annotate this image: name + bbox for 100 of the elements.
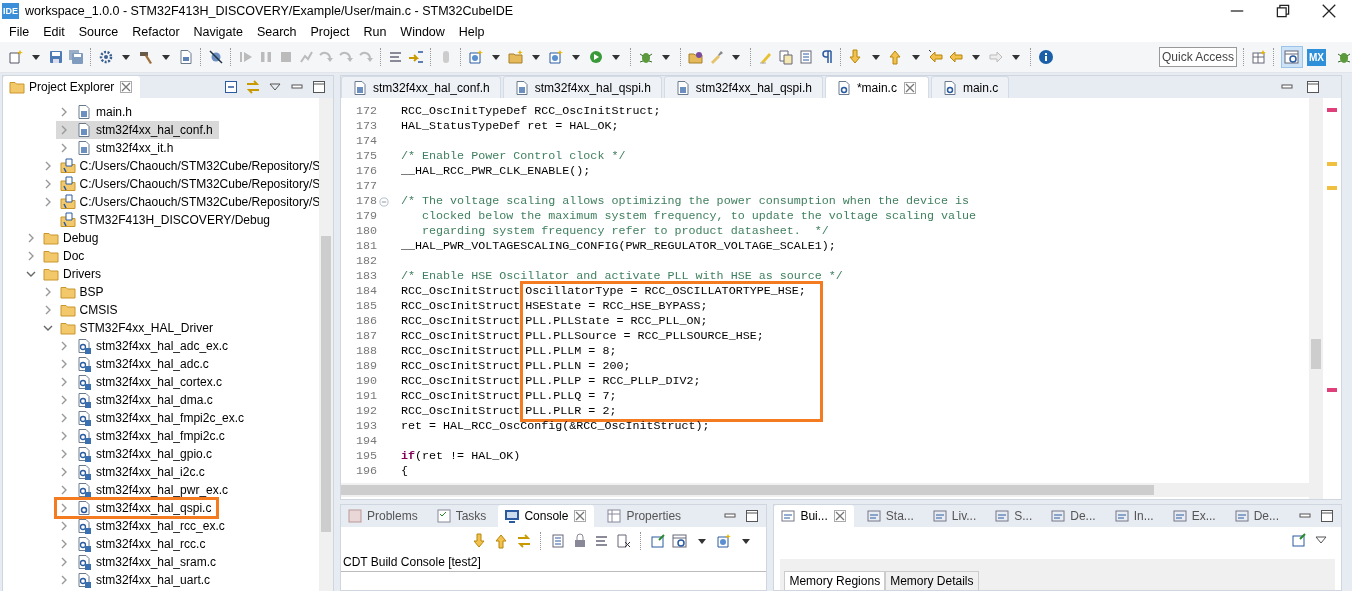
menu-item[interactable]: Edit (36, 25, 72, 39)
view-icon[interactable] (1171, 508, 1188, 524)
view-icon[interactable] (865, 508, 882, 524)
panel-tab[interactable]: Properties (600, 505, 688, 527)
scrollbar[interactable] (1309, 98, 1323, 499)
tree-item[interactable]: Drivers (23, 265, 107, 283)
open-folder-icon[interactable] (688, 49, 704, 65)
view-icon[interactable] (994, 508, 1011, 524)
tree-item[interactable]: stm32f4xx_hal_fmpi2c.c (56, 427, 231, 445)
view-icon[interactable] (780, 508, 797, 524)
c-perspective-icon[interactable] (1284, 49, 1300, 65)
stop-icon[interactable] (278, 49, 294, 65)
menu-item[interactable]: Run (356, 25, 394, 39)
memory-tab[interactable]: Memory Regions (784, 571, 886, 590)
editor-tab[interactable]: stm32f4xx_hal_qspi.h (663, 76, 823, 98)
crossed-circle-icon[interactable] (208, 49, 224, 65)
menu-item[interactable]: Help (451, 25, 492, 39)
tree-item[interactable]: Doc (23, 247, 91, 265)
new-class-icon[interactable] (716, 533, 733, 549)
panel-tab[interactable]: De... (1227, 505, 1285, 527)
panel-tab[interactable]: Sta... (859, 505, 920, 527)
tree-item[interactable]: stm32f4xx_hal_cortex.c (56, 373, 229, 391)
quick-access-field[interactable]: Quick Access (1159, 47, 1237, 67)
memory-tab[interactable]: Memory Details (885, 571, 979, 590)
tasks-icon[interactable] (435, 508, 452, 524)
editor-tab[interactable]: stm32f4xx_hal_conf.h (341, 76, 501, 98)
editor-tab[interactable]: main.c (930, 76, 1010, 98)
info-icon[interactable] (1038, 49, 1054, 65)
tree-item[interactable]: Debug (23, 229, 105, 247)
tree-item[interactable]: STM32F4xx_HAL_Driver (39, 319, 219, 337)
pin-icon[interactable] (1291, 532, 1307, 548)
editor-tab[interactable]: *main.c (824, 76, 929, 98)
hammer-icon[interactable] (138, 49, 154, 65)
view-icon[interactable] (1113, 508, 1130, 524)
tree-item[interactable]: stm32f4xx_hal_uart.c (56, 571, 217, 589)
menu-item[interactable]: Window (393, 25, 452, 39)
panel-tab[interactable]: In... (1107, 505, 1160, 527)
save-all-icon[interactable] (68, 49, 84, 65)
scrollbar[interactable] (341, 483, 1309, 497)
view-icon[interactable] (931, 508, 948, 524)
panel-tab[interactable]: Liv... (925, 505, 983, 527)
tree-item[interactable]: CMSIS (39, 301, 124, 319)
tree-item[interactable]: C:/Users/Chaouch/STM32Cube/Repository/S (39, 157, 319, 175)
properties-icon[interactable] (606, 508, 623, 524)
menu-item[interactable]: Refactor (125, 25, 187, 39)
link-arrows-icon[interactable] (245, 79, 261, 95)
pin-icon[interactable] (650, 533, 667, 549)
clear-console-icon[interactable] (616, 533, 633, 549)
tree-item[interactable]: main.h (56, 103, 139, 121)
maximize-icon[interactable] (744, 508, 761, 524)
tree-item[interactable]: C:/Users/Chaouch/STM32Cube/Repository/S (39, 175, 319, 193)
gear-icon[interactable] (98, 49, 114, 65)
tree-item[interactable]: STM32F413H_DISCOVERY/Debug (39, 211, 277, 229)
lines-icon[interactable] (388, 49, 404, 65)
scrollbar[interactable] (319, 98, 333, 591)
view-icon[interactable] (1233, 508, 1250, 524)
binary-file-icon[interactable] (178, 49, 194, 65)
tree-item[interactable]: stm32f4xx_hal_conf.h (56, 121, 219, 139)
pages-icon[interactable] (778, 49, 794, 65)
tree-item[interactable]: stm32f4xx_hal_dma.c (56, 391, 219, 409)
tree-item[interactable]: C:/Users/Chaouch/STM32Cube/Repository/S (39, 193, 319, 211)
tree-item[interactable]: stm32f4xx_hal_i2c.c (56, 463, 211, 481)
tree-item[interactable]: stm32f4xx_hal_rcc_ex.c (56, 517, 231, 535)
tree-item[interactable]: stm32f4xx_hal_adc.c (56, 355, 215, 373)
tree-item[interactable]: stm32f4xx_hal_qspi.c (56, 499, 218, 517)
menu-item[interactable]: Source (71, 25, 126, 39)
tree-item[interactable]: stm32f4xx_hal_pwr_ex.c (56, 481, 235, 499)
fold-icon[interactable] (379, 196, 389, 207)
maximize-icon[interactable] (1319, 508, 1335, 524)
problems-icon[interactable] (347, 508, 363, 524)
pause-icon[interactable] (258, 49, 274, 65)
run-icon[interactable] (588, 49, 604, 65)
tree-item[interactable]: stm32f4xx_it.h (56, 139, 180, 157)
tree-item[interactable]: stm32f4xx_hal_sram.c (56, 553, 223, 571)
maximize-icon[interactable] (1305, 79, 1321, 95)
panel-tab[interactable]: De... (1044, 505, 1102, 527)
panel-tab[interactable]: Project Explorer (3, 76, 141, 98)
tree-item[interactable]: BSP (39, 283, 110, 301)
console-icon[interactable] (504, 508, 521, 524)
menu-item[interactable]: Search (249, 25, 304, 39)
collapse-all-icon[interactable] (223, 79, 239, 95)
menu-item[interactable]: File (2, 25, 37, 39)
link-arrows-icon[interactable] (516, 533, 533, 549)
tree-item[interactable]: stm32f4xx_hal_fmpi2c_ex.c (56, 409, 251, 427)
maximize-icon[interactable] (311, 79, 327, 95)
tree-item[interactable]: stm32f4xx_hal_gpio.c (56, 445, 219, 463)
tree-item[interactable]: stm32f4xx_hal_rcc.c (56, 535, 212, 553)
block-icon[interactable] (550, 533, 567, 549)
tree-item[interactable]: stm32f4xx_hal_adc_ex.c (56, 337, 235, 355)
resume-icon[interactable] (238, 49, 254, 65)
menu-item[interactable]: Project (303, 25, 357, 39)
panel-tab[interactable]: Tasks (429, 505, 493, 527)
editor-tab[interactable]: stm32f4xx_hal_qspi.h (502, 76, 662, 98)
jump-icon[interactable] (408, 49, 424, 65)
block-icon[interactable] (798, 49, 814, 65)
c-perspective-icon[interactable] (672, 533, 689, 549)
open-perspective-icon[interactable] (1251, 49, 1267, 65)
panel-tab[interactable]: Problems (341, 505, 424, 527)
panel-tab[interactable]: Ex... (1165, 505, 1222, 527)
save-icon[interactable] (48, 49, 64, 65)
